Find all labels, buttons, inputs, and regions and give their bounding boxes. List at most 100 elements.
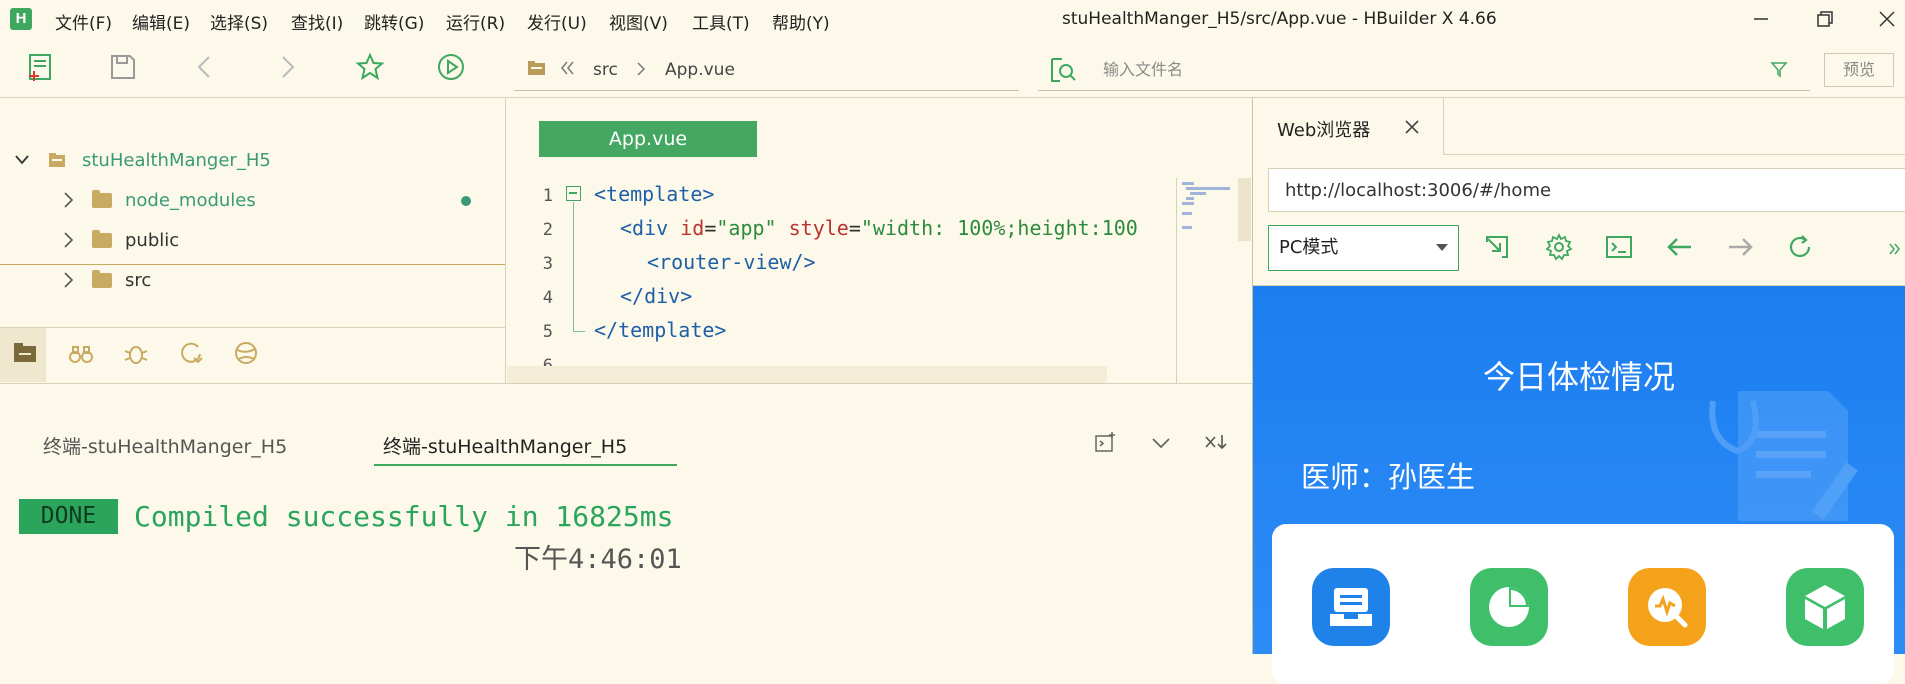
favorite-button[interactable]	[355, 52, 385, 82]
device-mode-select[interactable]: PC模式	[1268, 225, 1459, 271]
new-terminal-button[interactable]	[1093, 431, 1117, 455]
tree-editor-divider	[505, 97, 506, 383]
double-chevron-right-icon	[1889, 243, 1900, 255]
tree-item-node-modules[interactable]: node_modules	[0, 184, 505, 216]
code-token: "width: 100%;height:100	[860, 216, 1138, 240]
menu-tools[interactable]: 工具(T)	[692, 9, 750, 34]
menu-find[interactable]: 查找(I)	[291, 9, 343, 34]
fold-guide-end	[573, 331, 585, 332]
browser-tab-label: Web浏览器	[1277, 120, 1371, 141]
tree-item-project[interactable]: stuHealthManger_H5	[0, 144, 505, 176]
git-icon	[181, 342, 203, 364]
editor-scrollbar-thumb[interactable]	[1238, 178, 1251, 241]
tree-item-src[interactable]: src	[0, 264, 505, 294]
browser-tab-bar-line	[1443, 154, 1905, 155]
reload-button[interactable]	[1785, 232, 1815, 262]
double-chevron-left-icon[interactable]	[559, 59, 577, 77]
breadcrumb-src[interactable]: src	[593, 60, 618, 80]
page-title: 今日体检情况	[1482, 358, 1675, 396]
restore-icon	[1817, 11, 1833, 27]
menu-publish[interactable]: 发行(U)	[527, 9, 587, 34]
minimap-divider	[1176, 178, 1177, 383]
folder-icon	[92, 270, 112, 288]
star-icon	[355, 52, 385, 81]
terminal-tab-2[interactable]: 终端-stuHealthManger_H5	[383, 432, 627, 459]
menu-file[interactable]: 文件(F)	[55, 9, 112, 34]
menu-help[interactable]: 帮助(Y)	[772, 9, 830, 34]
back-button[interactable]	[190, 52, 220, 82]
new-file-button[interactable]	[25, 52, 55, 82]
fold-toggle-icon[interactable]	[566, 186, 581, 201]
terminal-tab-active-indicator	[374, 464, 677, 466]
url-bar[interactable]: http://localhost:3006/#/home	[1268, 168, 1905, 212]
menu-run[interactable]: 运行(R)	[446, 9, 505, 34]
debug-panel-tab[interactable]	[121, 338, 151, 368]
menu-select[interactable]: 选择(S)	[210, 9, 268, 34]
forward-button[interactable]	[272, 52, 302, 82]
close-window-button[interactable]	[1874, 6, 1900, 32]
filter-icon[interactable]	[1770, 60, 1788, 78]
pie-chart-icon[interactable]	[1470, 568, 1548, 646]
clear-terminal-button[interactable]	[1203, 431, 1229, 455]
line-number: 2	[542, 220, 553, 240]
chevron-down-icon	[15, 155, 29, 165]
chevron-right-icon	[64, 232, 74, 248]
line-number: 4	[542, 288, 553, 308]
file-search-input[interactable]	[1103, 55, 1663, 83]
screenshot-button[interactable]	[1482, 232, 1512, 262]
caret-down-icon	[1436, 244, 1448, 251]
status-badge: DONE	[19, 499, 118, 534]
minimize-icon	[1754, 18, 1768, 20]
browser-back-button[interactable]	[1665, 232, 1695, 262]
menu-edit[interactable]: 编辑(E)	[132, 9, 190, 34]
chevron-right-icon	[64, 272, 74, 288]
medical-report-icon	[1709, 391, 1858, 521]
restore-button[interactable]	[1812, 6, 1838, 32]
breadcrumb	[514, 48, 1019, 91]
tree-item-label: src	[125, 270, 152, 291]
preview-button[interactable]: 预览	[1824, 53, 1894, 87]
editor-tab-app-vue[interactable]: App.vue	[539, 121, 757, 157]
chevron-right-icon	[64, 192, 74, 208]
devtools-button[interactable]	[1604, 232, 1634, 262]
close-clear-icon	[1205, 435, 1227, 450]
folder-icon	[527, 60, 547, 76]
code-token: id	[680, 216, 705, 240]
more-tools-button[interactable]	[1888, 241, 1902, 257]
cube-icon[interactable]	[1786, 568, 1864, 646]
minimap[interactable]	[1178, 180, 1238, 370]
settings-button[interactable]	[1544, 232, 1574, 262]
compile-timestamp: 下午4:46:01	[514, 544, 682, 575]
breadcrumb-file[interactable]: App.vue	[665, 60, 735, 80]
code-token: "app"	[716, 216, 777, 240]
browser-forward-button[interactable]	[1725, 232, 1755, 262]
device-mode-value: PC模式	[1279, 237, 1339, 258]
arrow-left-icon	[1667, 238, 1691, 256]
search-panel-tab[interactable]	[66, 338, 96, 368]
terminal-tab-1[interactable]: 终端-stuHealthManger_H5	[43, 432, 287, 459]
minimize-button[interactable]	[1748, 6, 1774, 32]
globe-icon	[235, 342, 257, 364]
source-control-tab[interactable]	[176, 338, 206, 368]
new-file-icon	[29, 54, 51, 81]
editor-horizontal-scrollbar[interactable]	[507, 366, 1107, 383]
code-line-5: </template>	[594, 318, 726, 342]
console-icon	[1606, 236, 1632, 258]
save-button[interactable]	[108, 52, 138, 82]
close-icon	[1405, 120, 1419, 134]
gear-icon	[1545, 232, 1573, 261]
menu-goto[interactable]: 跳转(G)	[364, 9, 424, 34]
tree-item-public[interactable]: public	[0, 224, 505, 256]
line-number: 1	[542, 186, 553, 206]
run-button[interactable]	[436, 52, 466, 82]
code-token: =	[704, 216, 717, 240]
cloud-panel-tab[interactable]	[231, 338, 261, 368]
inbox-icon[interactable]	[1312, 568, 1390, 646]
close-icon	[1879, 11, 1895, 27]
report-search-icon[interactable]	[1628, 568, 1706, 646]
collapse-terminal-button[interactable]	[1149, 431, 1173, 455]
close-tab-button[interactable]	[1403, 118, 1421, 136]
code-token: </template>	[594, 318, 727, 342]
project-manager-tab[interactable]	[10, 338, 40, 368]
menu-view[interactable]: 视图(V)	[609, 9, 668, 34]
